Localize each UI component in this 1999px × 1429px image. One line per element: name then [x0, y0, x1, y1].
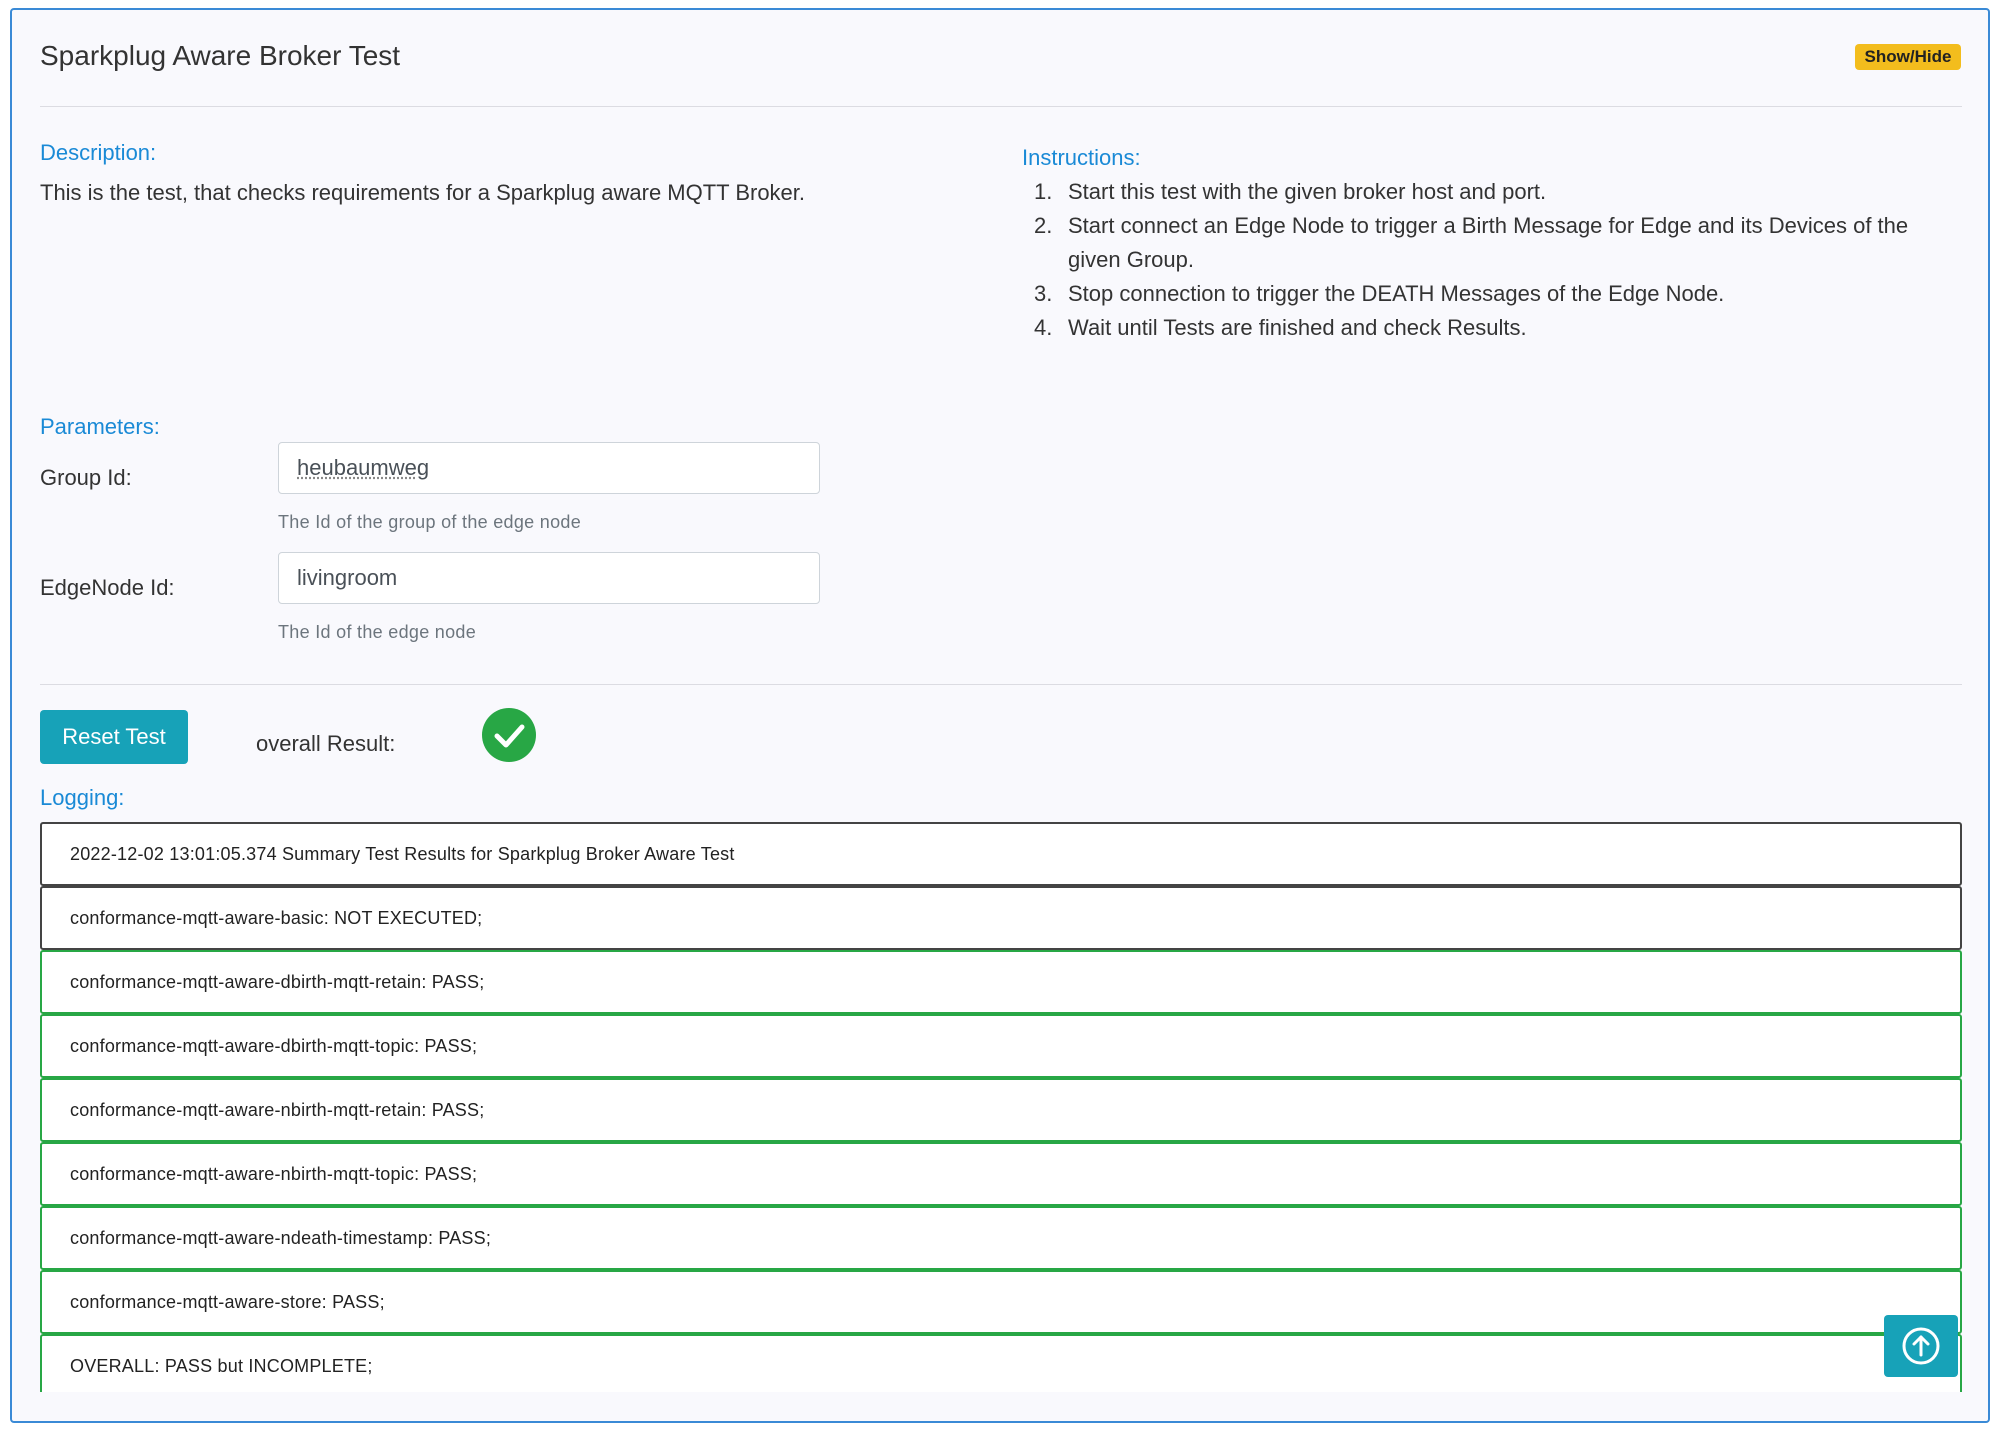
description-text: This is the test, that checks requiremen…	[40, 180, 806, 205]
instruction-number: 2.	[1034, 213, 1053, 238]
instruction-number: 4.	[1034, 315, 1053, 340]
instruction-text: Wait until Tests are finished and check …	[1068, 315, 1527, 340]
edge-node-id-help: The Id of the edge node	[278, 622, 477, 642]
log-entry: conformance-mqtt-aware-nbirth-mqtt-retai…	[40, 1078, 1962, 1142]
show-hide-button[interactable]: Show/Hide	[1855, 44, 1961, 70]
group-id-input[interactable]	[278, 442, 820, 494]
instruction-item: 4. Wait until Tests are finished and chec…	[1022, 311, 1962, 345]
test-card: Sparkplug Aware Broker Test Show/Hide De…	[10, 8, 1990, 1423]
header-divider	[40, 106, 1962, 107]
log-entry: 2022-12-02 13:01:05.374 Summary Test Res…	[40, 822, 1962, 886]
instruction-item: 3. Stop connection to trigger the DEATH M…	[1022, 277, 1962, 311]
instruction-text: Start connect an Edge Node to trigger a …	[1068, 213, 1909, 272]
instruction-text: Stop connection to trigger the DEATH Mes…	[1068, 281, 1725, 306]
parameters-divider	[40, 684, 1962, 685]
instruction-item: 1. Start this test with the given broker …	[1022, 175, 1962, 209]
scroll-to-top-button[interactable]	[1884, 1315, 1958, 1377]
log-entry: conformance-mqtt-aware-ndeath-timestamp:…	[40, 1206, 1962, 1270]
parameters-heading: Parameters:	[40, 414, 160, 439]
reset-test-button[interactable]: Reset Test	[40, 710, 188, 764]
group-id-label: Group Id:	[40, 465, 132, 490]
check-circle-icon	[482, 708, 536, 762]
instruction-number: 3.	[1034, 281, 1053, 306]
instruction-item: 2. Start connect an Edge Node to trigger …	[1022, 209, 1962, 277]
instructions-heading: Instructions:	[1022, 145, 1141, 170]
edge-node-id-label: EdgeNode Id:	[40, 575, 175, 600]
log-entry: conformance-mqtt-aware-dbirth-mqtt-retai…	[40, 950, 1962, 1014]
overall-result-label: overall Result:	[256, 731, 396, 756]
page-title: Sparkplug Aware Broker Test	[40, 40, 401, 71]
log-entry: conformance-mqtt-aware-nbirth-mqtt-topic…	[40, 1142, 1962, 1206]
group-id-help: The Id of the group of the edge node	[278, 512, 582, 532]
logging-list: 2022-12-02 13:01:05.374 Summary Test Res…	[40, 822, 1962, 1392]
log-entry: OVERALL: PASS but INCOMPLETE;	[40, 1334, 1962, 1392]
edge-node-id-input[interactable]	[278, 552, 820, 604]
log-entry: conformance-mqtt-aware-dbirth-mqtt-topic…	[40, 1014, 1962, 1078]
instruction-number: 1.	[1034, 179, 1053, 204]
logging-heading: Logging:	[40, 785, 125, 810]
instructions-list: 1. Start this test with the given broker …	[1022, 175, 1962, 345]
log-entry: conformance-mqtt-aware-basic: NOT EXECUT…	[40, 886, 1962, 950]
log-entry: conformance-mqtt-aware-store: PASS;	[40, 1270, 1962, 1334]
arrow-up-icon	[1902, 1327, 1940, 1365]
description-heading: Description:	[40, 140, 157, 165]
instruction-text: Start this test with the given broker ho…	[1068, 179, 1547, 204]
